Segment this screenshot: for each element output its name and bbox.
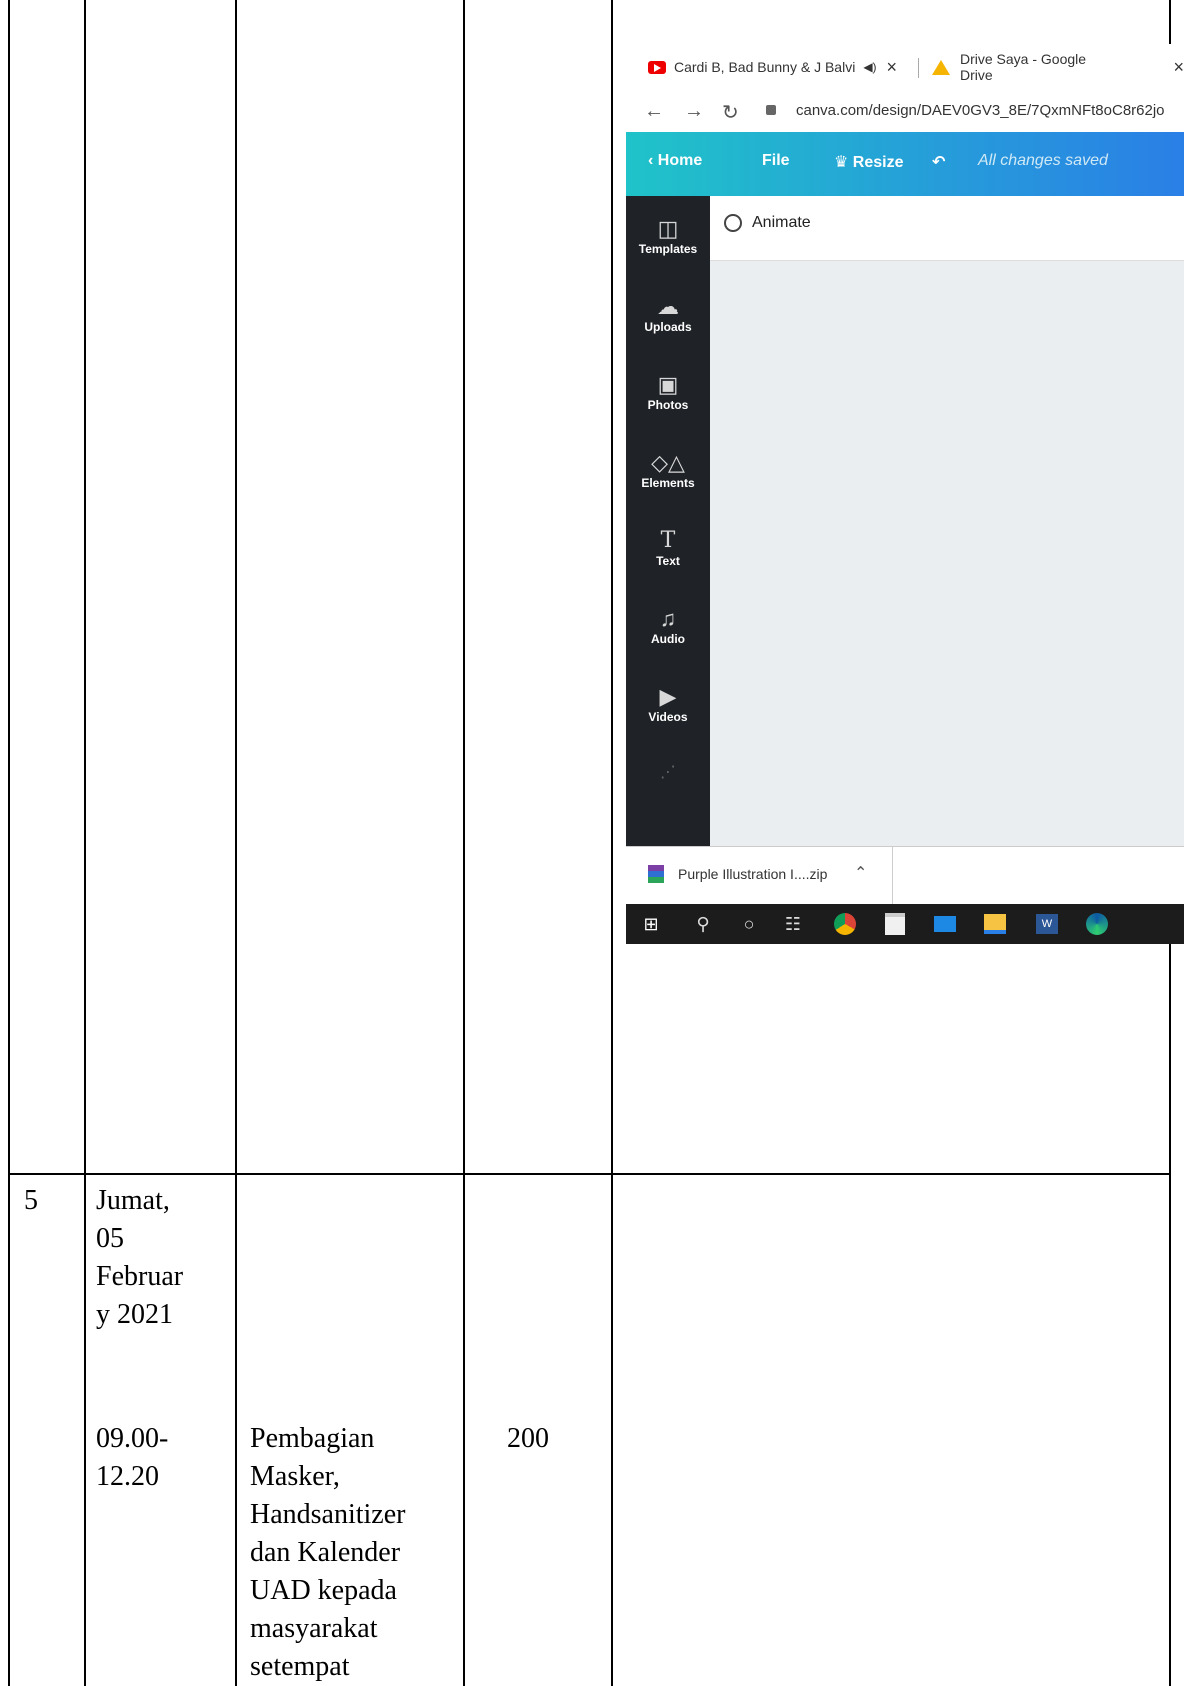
row-number: 5	[24, 1185, 38, 1216]
undo-icon[interactable]: ↶	[932, 152, 945, 172]
windows-start-icon[interactable]: ⊞	[636, 908, 666, 940]
row-quantity: 200	[507, 1423, 549, 1454]
canva-sidebar: ◫ Templates ☁ Uploads ▣ Photos ◇△ Elements T…	[626, 196, 710, 846]
table-col-divider-2	[235, 0, 237, 1686]
windows-taskbar: ⊞ ⚲ ○ ☷ W	[626, 904, 1184, 944]
tab-label: Cardi B, Bad Bunny & J Balvi	[674, 59, 856, 75]
sidebar-item-templates[interactable]: ◫ Templates	[626, 216, 710, 256]
sidebar-item-elements[interactable]: ◇△ Elements	[626, 450, 710, 490]
table-border-left	[8, 0, 10, 1686]
sidebar-item-label: Uploads	[644, 320, 692, 334]
sidebar-more-icon[interactable]: ⋰	[626, 762, 710, 782]
sidebar-item-photos[interactable]: ▣ Photos	[626, 372, 710, 412]
row-time: 09.00- 12.20	[96, 1423, 169, 1492]
row-activity: Pembagian Masker, Handsanitizer dan Kale…	[250, 1423, 406, 1682]
chevron-left-icon: ‹	[648, 152, 658, 169]
close-icon[interactable]: ×	[887, 57, 898, 78]
shapes-icon: ◇△	[651, 450, 685, 475]
winrar-archive-icon	[648, 865, 664, 883]
table-col-divider-1	[84, 0, 86, 1686]
canva-toolbar: ‹ Home File ♛ Resize ↶ All changes saved	[626, 132, 1184, 196]
music-note-icon: ♫	[659, 606, 677, 631]
audio-icon: ◀)	[863, 60, 877, 74]
photo-icon: ▣	[657, 372, 679, 397]
url-text[interactable]: canva.com/design/DAEV0GV3_8E/7QxmNFt8oC8…	[796, 102, 1165, 119]
browser-tab-bar: Cardi B, Bad Bunny & J Balvi ◀) × Drive …	[626, 44, 1184, 90]
animate-icon	[724, 214, 742, 232]
home-button[interactable]: ‹ Home	[648, 152, 702, 170]
google-drive-icon	[932, 59, 950, 75]
edge-icon[interactable]	[1082, 908, 1112, 940]
sidebar-item-text[interactable]: T Text	[626, 528, 710, 568]
address-bar: ← → ↻ canva.com/design/DAEV0GV3_8E/7QxmN…	[626, 90, 1184, 133]
sidebar-item-uploads[interactable]: ☁ Uploads	[626, 294, 710, 334]
store-icon[interactable]	[880, 908, 910, 940]
word-icon[interactable]: W	[1032, 908, 1062, 940]
tab-google-drive[interactable]: Drive Saya - Google Drive ×	[932, 51, 1184, 83]
sidebar-item-videos[interactable]: ▶ Videos	[626, 684, 710, 724]
templates-icon: ◫	[657, 216, 679, 241]
sidebar-item-label: Elements	[641, 476, 695, 490]
close-icon[interactable]: ×	[1173, 57, 1184, 78]
reload-icon[interactable]: ↻	[722, 100, 739, 125]
text-icon: T	[660, 528, 676, 553]
sidebar-item-label: Videos	[648, 710, 688, 724]
sidebar-item-audio[interactable]: ♫ Audio	[626, 606, 710, 646]
sidebar-item-label: Audio	[651, 632, 685, 646]
row-day: Jumat, 05 Februar y 2021	[96, 1185, 184, 1330]
video-icon: ▶	[659, 684, 677, 709]
download-filename[interactable]: Purple Illustration I....zip	[678, 866, 827, 882]
cortana-icon[interactable]: ○	[734, 908, 764, 940]
back-arrow-icon[interactable]: ←	[644, 100, 664, 123]
file-explorer-icon[interactable]	[980, 908, 1010, 940]
table-row-divider	[8, 1173, 1171, 1175]
animate-bar: Animate	[710, 196, 1184, 261]
design-canvas[interactable]	[710, 196, 1184, 846]
crown-icon: ♛	[834, 154, 853, 171]
saved-status: All changes saved	[978, 152, 1108, 169]
youtube-icon	[648, 60, 666, 74]
forward-arrow-icon[interactable]: →	[684, 100, 704, 123]
animate-button[interactable]: Animate	[724, 214, 811, 232]
chevron-up-icon[interactable]: ⌃	[854, 863, 867, 883]
resize-button[interactable]: ♛ Resize	[834, 152, 904, 172]
sidebar-item-label: Templates	[638, 242, 698, 256]
table-col-divider-4	[611, 0, 613, 1686]
table-col-divider-3	[463, 0, 465, 1686]
animate-label: Animate	[752, 214, 811, 231]
resize-label: Resize	[852, 154, 904, 171]
upload-cloud-icon: ☁	[657, 294, 679, 319]
search-icon[interactable]: ⚲	[688, 908, 718, 940]
tab-youtube[interactable]: Cardi B, Bad Bunny & J Balvi ◀) ×	[648, 54, 897, 80]
sidebar-item-label: Text	[656, 554, 680, 568]
chrome-icon[interactable]	[830, 908, 860, 940]
download-bar: Purple Illustration I....zip ⌃	[626, 846, 1184, 905]
download-divider	[892, 847, 893, 905]
home-label: Home	[657, 152, 703, 169]
tab-label: Drive Saya - Google Drive	[960, 51, 1087, 83]
task-view-icon[interactable]: ☷	[778, 908, 808, 940]
mail-icon[interactable]	[930, 908, 960, 940]
file-button[interactable]: File	[762, 152, 790, 170]
tab-separator	[918, 58, 919, 78]
sidebar-item-label: Photos	[647, 398, 689, 412]
canva-screenshot: Cardi B, Bad Bunny & J Balvi ◀) × Drive …	[626, 44, 1184, 944]
lock-icon	[766, 105, 776, 115]
